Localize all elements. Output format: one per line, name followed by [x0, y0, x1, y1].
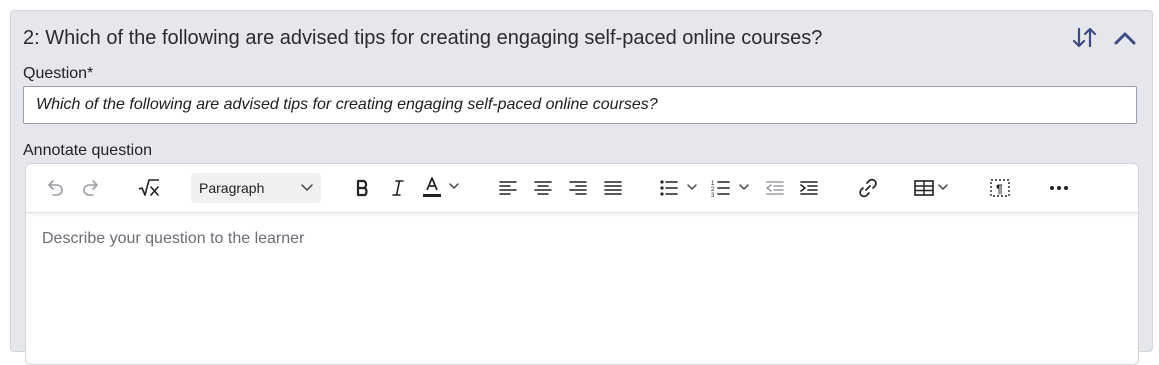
show-blocks-icon: ¶ — [990, 179, 1010, 197]
question-title: 2: Which of the following are advised ti… — [23, 26, 823, 49]
chevron-down-icon — [301, 184, 313, 191]
bold-button[interactable] — [352, 173, 374, 203]
question-input[interactable] — [23, 86, 1137, 124]
question-label: Question* — [23, 65, 94, 82]
undo-icon — [48, 180, 63, 196]
undo-button[interactable] — [42, 173, 68, 203]
more-button[interactable] — [1046, 173, 1072, 203]
italic-button[interactable] — [388, 173, 408, 203]
block-format-value: Paragraph — [199, 180, 265, 196]
bullet-list-icon — [660, 180, 697, 196]
redo-icon — [83, 180, 98, 196]
rich-text-editor: Paragraph 1 2 3 ¶ Describe your question… — [25, 163, 1139, 365]
collapse-button[interactable] — [1112, 25, 1138, 51]
table-icon — [914, 180, 948, 196]
bold-icon — [356, 179, 368, 197]
sort-arrows-icon — [1072, 27, 1097, 48]
outdent-button[interactable] — [763, 173, 787, 203]
outdent-icon — [766, 181, 784, 195]
align-right-button[interactable] — [566, 173, 590, 203]
header-actions — [1072, 25, 1138, 51]
align-left-icon — [499, 181, 517, 195]
more-icon — [1050, 186, 1068, 190]
annotate-label: Annotate question — [23, 142, 152, 159]
chevron-up-icon — [1114, 32, 1136, 45]
align-left-button[interactable] — [496, 173, 520, 203]
table-button[interactable] — [914, 173, 954, 203]
editor-content-area[interactable]: Describe your question to the learner — [26, 213, 1138, 265]
link-icon — [859, 178, 877, 198]
editor-toolbar: Paragraph 1 2 3 ¶ — [26, 164, 1138, 213]
text-color-icon — [423, 177, 459, 197]
align-center-button[interactable] — [531, 173, 555, 203]
align-justify-button[interactable] — [601, 173, 625, 203]
block-format-select[interactable]: Paragraph — [191, 173, 321, 203]
redo-button[interactable] — [78, 173, 104, 203]
link-button[interactable] — [855, 173, 881, 203]
editor-placeholder: Describe your question to the learner — [42, 230, 305, 247]
math-formula-icon — [138, 179, 159, 196]
svg-text:3: 3 — [711, 193, 715, 198]
bullet-list-button[interactable] — [659, 173, 703, 203]
math-formula-button[interactable] — [135, 173, 163, 203]
align-center-icon — [534, 181, 552, 195]
align-justify-icon — [604, 181, 622, 195]
reorder-button[interactable] — [1072, 25, 1098, 51]
show-blocks-button[interactable]: ¶ — [987, 173, 1013, 203]
numbered-list-icon: 1 2 3 — [711, 181, 749, 198]
indent-icon — [800, 181, 818, 195]
numbered-list-button[interactable]: 1 2 3 — [711, 173, 755, 203]
question-header: 2: Which of the following are advised ti… — [23, 23, 1140, 53]
align-right-icon — [569, 181, 587, 195]
text-color-button[interactable] — [422, 173, 466, 203]
indent-button[interactable] — [797, 173, 821, 203]
question-panel: 2: Which of the following are advised ti… — [10, 10, 1153, 365]
svg-text:¶: ¶ — [996, 182, 1003, 196]
italic-icon — [392, 180, 404, 196]
